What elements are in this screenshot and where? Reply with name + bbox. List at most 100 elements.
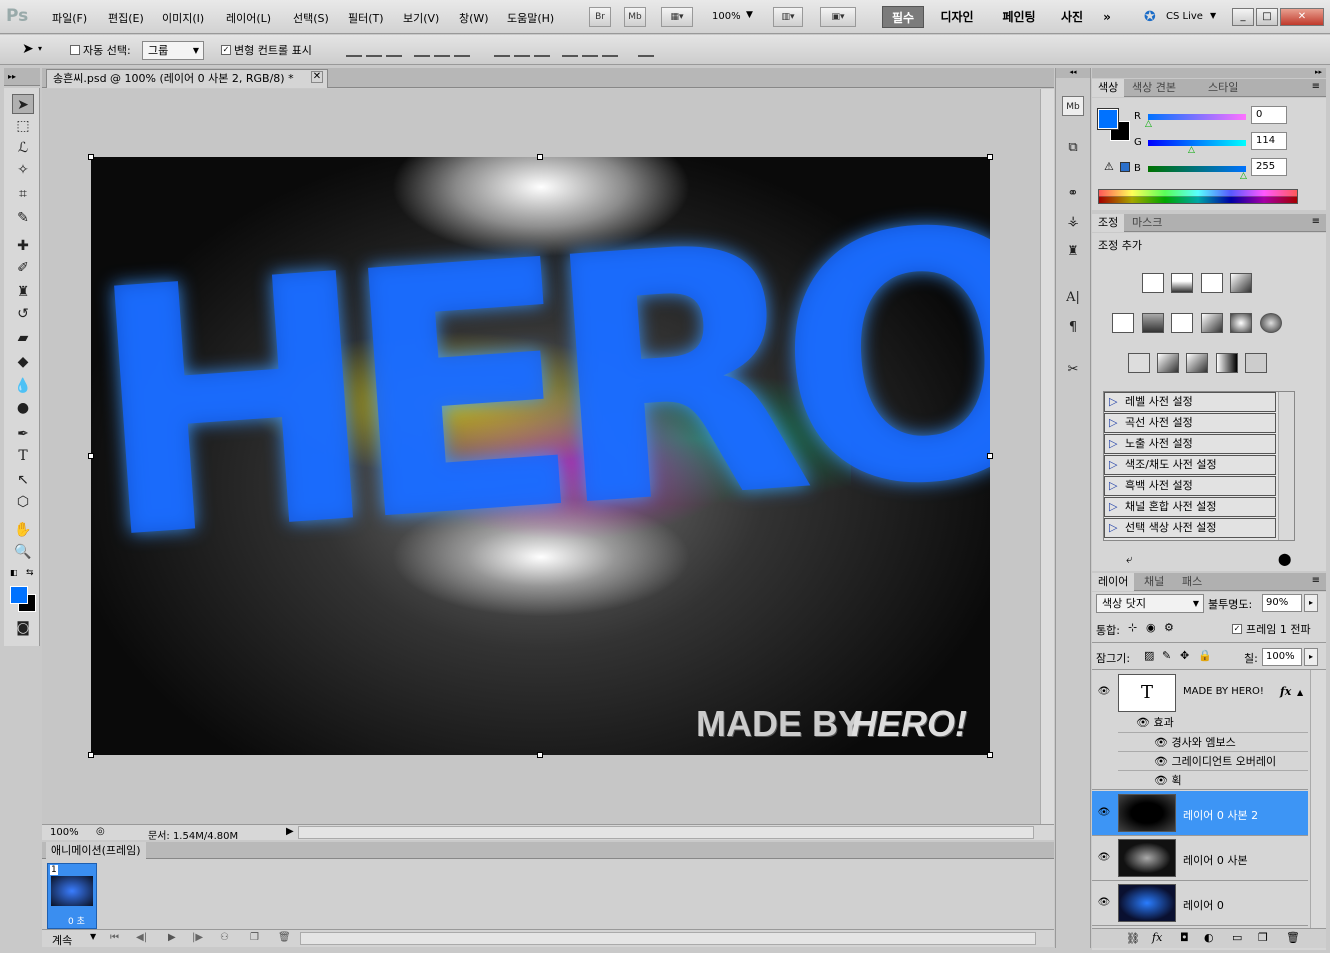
default-colors-icon[interactable]: ◧ <box>10 568 18 577</box>
eraser-tool-icon[interactable]: ▰ <box>12 328 34 348</box>
transform-handle[interactable] <box>88 154 94 160</box>
transform-handle[interactable] <box>987 453 993 459</box>
distribute-top-icon[interactable] <box>494 43 510 57</box>
color-ramp[interactable] <box>1098 189 1298 204</box>
frame-delay[interactable]: 0 초 <box>68 914 85 927</box>
brush-tool-icon[interactable]: ✐ <box>12 258 34 278</box>
brush-presets-icon[interactable]: ⚭ <box>1062 184 1084 204</box>
propagate-frame-checkbox[interactable]: ✓ <box>1232 624 1242 634</box>
auto-align-icon[interactable] <box>638 43 654 57</box>
tab-color[interactable]: 색상 <box>1092 79 1125 97</box>
opacity-slider-toggle[interactable]: ▸ <box>1304 594 1318 612</box>
hand-tool-icon[interactable]: ✋ <box>12 520 34 540</box>
preset-channel-mixer[interactable]: ▷ 채널 혼합 사전 설정 <box>1104 497 1276 517</box>
close-button[interactable]: ✕ <box>1280 8 1324 26</box>
quick-select-tool-icon[interactable]: ✧ <box>12 160 34 180</box>
history-brush-tool-icon[interactable]: ↺ <box>12 304 34 324</box>
document-tab[interactable]: 송흔씨.psd @ 100% (레이어 0 사본 2, RGB/8) * ✕ <box>46 69 328 88</box>
menu-view[interactable]: 보기(V) <box>403 10 439 26</box>
arrange-documents-button[interactable]: ▥▾ <box>773 7 803 27</box>
workspace-essentials[interactable]: 필수 <box>882 6 924 28</box>
preset-hue-saturation[interactable]: ▷ 색조/채도 사전 설정 <box>1104 455 1276 475</box>
eye-icon[interactable]: 👁 <box>1097 852 1111 863</box>
preset-levels[interactable]: ▷ 레벨 사전 설정 <box>1104 392 1276 412</box>
more-workspaces-button[interactable]: » <box>1096 6 1118 28</box>
new-frame-icon[interactable]: ❐ <box>250 932 259 943</box>
fill-input[interactable]: 100% <box>1262 648 1302 666</box>
move-tool-icon[interactable]: ➤ <box>12 94 34 114</box>
tab-styles[interactable]: 스타일 <box>1202 79 1244 97</box>
tab-masks[interactable]: 마스크 <box>1126 214 1168 232</box>
delete-frame-icon[interactable]: 🗑 <box>278 932 291 943</box>
preset-exposure[interactable]: ▷ 노출 사전 설정 <box>1104 434 1276 454</box>
preset-black-white[interactable]: ▷ 흑백 사전 설정 <box>1104 476 1276 496</box>
menu-file[interactable]: 파일(F) <box>52 10 87 26</box>
align-left-icon[interactable] <box>414 43 430 57</box>
horizontal-scrollbar[interactable] <box>298 826 1034 839</box>
align-right-icon[interactable] <box>454 43 470 57</box>
workspace-painting[interactable]: 페인팅 <box>994 6 1044 28</box>
menu-edit[interactable]: 편집(E) <box>108 10 144 26</box>
lock-all-icon[interactable]: 🔒 <box>1198 649 1212 662</box>
mini-bridge-button[interactable]: Mb <box>624 7 646 27</box>
effects-row[interactable]: 👁 효과 <box>1118 713 1308 732</box>
zoom-tool-icon[interactable]: 🔍 <box>12 542 34 562</box>
eye-icon[interactable]: 👁 <box>1136 716 1150 729</box>
hue-saturation-icon[interactable] <box>1142 313 1164 333</box>
menu-image[interactable]: 이미지(I) <box>162 10 204 26</box>
effect-stroke-row[interactable]: 👁 획 <box>1118 770 1308 789</box>
workspace-photography[interactable]: 사진 <box>1052 6 1092 28</box>
blend-mode-select[interactable]: 색상 닷지 ▼ <box>1096 594 1204 613</box>
tween-icon[interactable]: ⚇ <box>220 932 229 943</box>
auto-select-checkbox[interactable] <box>70 45 80 55</box>
slider-handle-icon[interactable]: △ <box>1188 145 1195 155</box>
animation-scrollbar[interactable] <box>300 932 1036 945</box>
transform-handle[interactable] <box>537 752 543 758</box>
levels-icon[interactable] <box>1171 273 1193 293</box>
black-white-icon[interactable] <box>1201 313 1223 333</box>
preset-list-scrollbar[interactable] <box>1278 392 1294 540</box>
dock-collapse-icon[interactable]: ◂◂ <box>1056 68 1090 78</box>
posterize-icon[interactable] <box>1157 353 1179 373</box>
selective-color-icon[interactable] <box>1245 353 1267 373</box>
tab-paths[interactable]: 패스 <box>1176 573 1208 591</box>
play-icon[interactable]: ▶ <box>168 932 176 943</box>
marquee-tool-icon[interactable]: ⬚ <box>12 116 34 136</box>
unify-style-icon[interactable]: ⚙ <box>1164 621 1174 634</box>
distribute-bottom-icon[interactable] <box>534 43 550 57</box>
align-bottom-icon[interactable] <box>386 43 402 57</box>
workspace-design[interactable]: 디자인 <box>932 6 982 28</box>
align-vcenter-icon[interactable] <box>366 43 382 57</box>
slider-handle-icon[interactable]: △ <box>1240 171 1247 181</box>
swap-colors-icon[interactable]: ⇆ <box>26 568 34 578</box>
pen-tool-icon[interactable]: ✒ <box>12 424 34 444</box>
red-slider[interactable] <box>1148 114 1246 120</box>
shape-tool-icon[interactable]: ⬡ <box>12 492 34 512</box>
first-frame-icon[interactable]: ⏮ <box>110 932 119 943</box>
curves-icon[interactable] <box>1201 273 1223 293</box>
foreground-color-swatch[interactable] <box>10 586 28 604</box>
panel-menu-icon[interactable]: ≡ <box>1312 81 1320 92</box>
invert-icon[interactable] <box>1128 353 1150 373</box>
eye-icon[interactable]: 👁 <box>1154 736 1168 749</box>
slider-handle-icon[interactable]: △ <box>1145 119 1152 129</box>
clone-stamp-tool-icon[interactable]: ♜ <box>12 282 34 302</box>
close-document-icon[interactable]: ✕ <box>311 71 323 83</box>
zoom-level-select[interactable]: 100% <box>712 11 741 22</box>
effect-gradient-row[interactable]: 👁 그레이디언트 오버레이 <box>1118 751 1308 770</box>
dodge-tool-icon[interactable]: ● <box>12 398 34 418</box>
status-icon[interactable]: ◎ <box>96 826 105 837</box>
channel-mixer-icon[interactable] <box>1260 313 1282 333</box>
bridge-button[interactable]: Br <box>589 7 611 27</box>
align-top-icon[interactable] <box>346 43 362 57</box>
green-slider[interactable] <box>1148 140 1246 146</box>
tab-swatches[interactable]: 색상 견본 <box>1126 79 1182 97</box>
new-layer-icon[interactable]: ❐ <box>1258 931 1268 944</box>
loop-select[interactable]: 계속 <box>52 932 72 948</box>
maximize-button[interactable]: □ <box>1256 8 1278 26</box>
eye-icon[interactable]: 👁 <box>1097 807 1111 818</box>
layers-scrollbar[interactable] <box>1310 670 1326 928</box>
eye-icon[interactable]: 👁 <box>1154 755 1168 768</box>
transform-controls-checkbox[interactable]: ✓ <box>221 45 231 55</box>
transform-handle[interactable] <box>537 154 543 160</box>
